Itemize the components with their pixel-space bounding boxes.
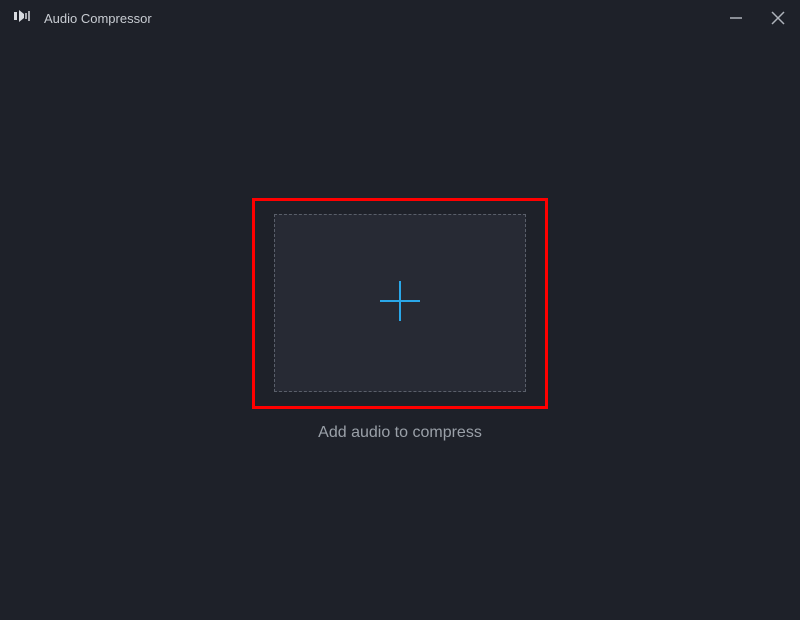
close-icon	[770, 10, 786, 26]
close-button[interactable]	[768, 8, 788, 28]
add-audio-dropzone[interactable]	[274, 214, 526, 392]
instruction-text: Add audio to compress	[0, 424, 800, 442]
main-area: Add audio to compress	[0, 36, 800, 620]
app-title: Audio Compressor	[44, 11, 152, 26]
window-controls	[726, 8, 788, 28]
titlebar: Audio Compressor	[0, 0, 800, 36]
app-icon	[14, 8, 34, 29]
minimize-icon	[728, 10, 744, 26]
minimize-button[interactable]	[726, 8, 746, 28]
titlebar-left: Audio Compressor	[14, 8, 152, 29]
plus-icon	[376, 277, 424, 330]
